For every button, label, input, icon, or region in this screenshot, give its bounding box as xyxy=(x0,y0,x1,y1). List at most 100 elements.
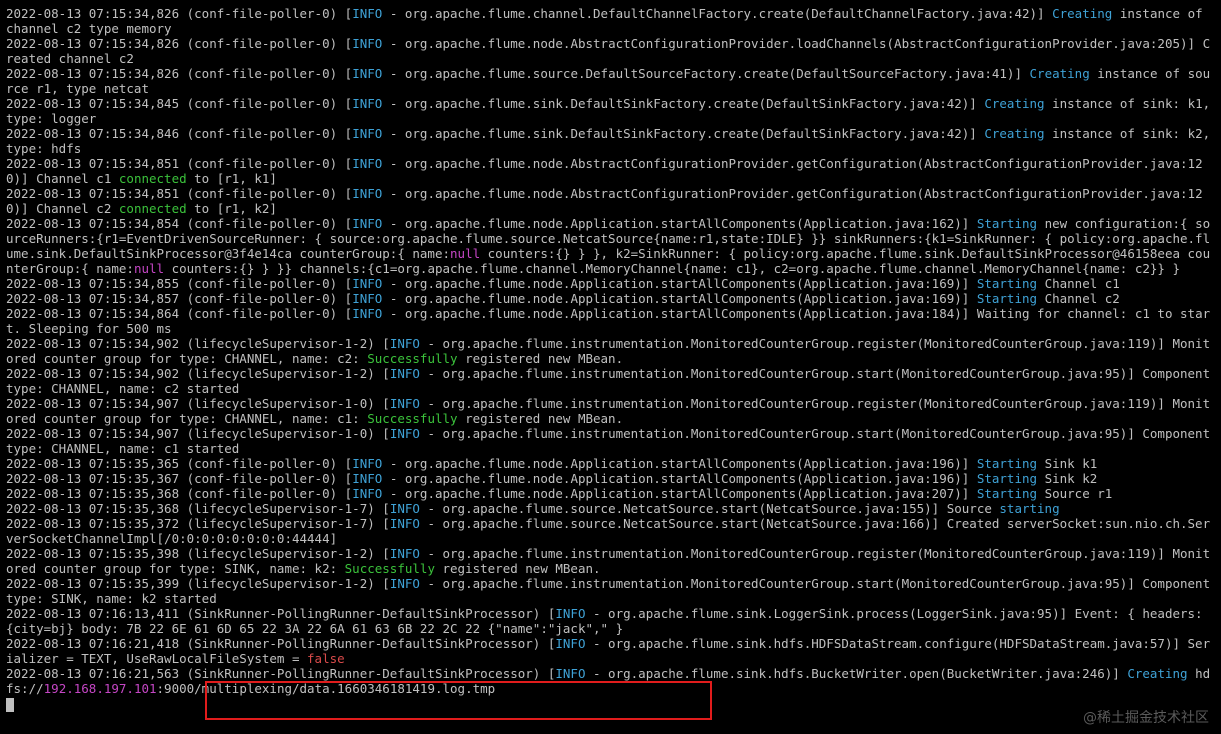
log-token-info: Creating xyxy=(1052,6,1113,21)
log-text: Channel c1 xyxy=(1037,276,1120,291)
log-text: 2022-08-13 07:15:34,826 (conf-file-polle… xyxy=(6,66,353,81)
log-line: 2022-08-13 07:15:34,864 (conf-file-polle… xyxy=(6,306,1216,336)
terminal-window[interactable]: 2022-08-13 07:15:34,826 (conf-file-polle… xyxy=(0,0,1221,734)
log-text: - org.apache.flume.node.Application.star… xyxy=(382,291,977,306)
log-text: - org.apache.flume.sink.hdfs.BucketWrite… xyxy=(585,666,1128,681)
log-text: 2022-08-13 07:15:35,372 (lifecycleSuperv… xyxy=(6,516,390,531)
log-line: 2022-08-13 07:15:34,857 (conf-file-polle… xyxy=(6,291,1216,306)
log-line: 2022-08-13 07:15:34,851 (conf-file-polle… xyxy=(6,156,1216,186)
log-text: Source r1 xyxy=(1037,486,1113,501)
log-token-info: INFO xyxy=(352,291,383,306)
log-line: 2022-08-13 07:15:34,907 (lifecycleSuperv… xyxy=(6,426,1216,456)
log-text: - org.apache.flume.node.Application.star… xyxy=(382,471,977,486)
log-token-info: INFO xyxy=(352,216,383,231)
log-text: - org.apache.flume.node.Application.star… xyxy=(382,486,977,501)
log-token-green: Successfully xyxy=(367,351,458,366)
log-token-green: Successfully xyxy=(367,411,458,426)
log-text: registered new MBean. xyxy=(434,561,601,576)
log-text: 2022-08-13 07:15:34,854 (conf-file-polle… xyxy=(6,216,353,231)
log-line: 2022-08-13 07:15:34,845 (conf-file-polle… xyxy=(6,96,1216,126)
log-token-info: Starting xyxy=(976,291,1038,306)
log-token-info: INFO xyxy=(352,486,383,501)
log-token-info: Starting xyxy=(976,486,1038,501)
log-token-info: INFO xyxy=(389,516,420,531)
log-text: 2022-08-13 07:15:35,367 (conf-file-polle… xyxy=(6,471,353,486)
log-text: 2022-08-13 07:15:34,846 (conf-file-polle… xyxy=(6,126,353,141)
log-output: 2022-08-13 07:15:34,826 (conf-file-polle… xyxy=(6,6,1216,696)
log-token-info: INFO xyxy=(389,576,420,591)
log-line: 2022-08-13 07:15:34,826 (conf-file-polle… xyxy=(6,66,1216,96)
log-token-info: Creating xyxy=(984,126,1045,141)
log-line: 2022-08-13 07:16:21,563 (SinkRunner-Poll… xyxy=(6,666,1216,696)
log-text: to [r1, k2] xyxy=(186,201,277,216)
log-line: 2022-08-13 07:15:34,846 (conf-file-polle… xyxy=(6,126,1216,156)
log-text: 2022-08-13 07:15:35,368 (conf-file-polle… xyxy=(6,486,353,501)
log-text: 2022-08-13 07:15:34,855 (conf-file-polle… xyxy=(6,276,353,291)
log-token-info: INFO xyxy=(352,456,383,471)
log-text: Sink k2 xyxy=(1037,471,1098,486)
log-text: 2022-08-13 07:15:34,907 (lifecycleSuperv… xyxy=(6,396,390,411)
log-text: 2022-08-13 07:15:35,368 (lifecycleSuperv… xyxy=(6,501,390,516)
log-token-info: INFO xyxy=(555,606,586,621)
log-line: 2022-08-13 07:15:34,902 (lifecycleSuperv… xyxy=(6,336,1216,366)
log-text: 2022-08-13 07:15:34,907 (lifecycleSuperv… xyxy=(6,426,390,441)
log-text: 2022-08-13 07:15:34,826 (conf-file-polle… xyxy=(6,36,353,51)
log-token-info: INFO xyxy=(389,546,420,561)
log-line: 2022-08-13 07:16:13,411 (SinkRunner-Poll… xyxy=(6,606,1216,636)
log-text: 2022-08-13 07:16:21,563 (SinkRunner-Poll… xyxy=(6,666,556,681)
log-text: - org.apache.flume.sink.DefaultSinkFacto… xyxy=(382,126,985,141)
log-text: 2022-08-13 07:15:34,851 (conf-file-polle… xyxy=(6,156,353,171)
log-token-green: Successfully xyxy=(344,561,435,576)
log-token-info: INFO xyxy=(352,156,383,171)
log-token-magenta: 192.168.197.101 xyxy=(43,681,157,696)
log-line: 2022-08-13 07:15:35,368 (lifecycleSuperv… xyxy=(6,501,1216,516)
log-text: - org.apache.flume.channel.DefaultChanne… xyxy=(382,6,1053,21)
log-token-info: INFO xyxy=(352,36,383,51)
log-text: Channel c2 xyxy=(1037,291,1120,306)
log-token-info: INFO xyxy=(389,396,420,411)
log-line: 2022-08-13 07:15:35,399 (lifecycleSuperv… xyxy=(6,576,1216,606)
log-text: 2022-08-13 07:15:35,365 (conf-file-polle… xyxy=(6,456,353,471)
log-text: 2022-08-13 07:15:34,845 (conf-file-polle… xyxy=(6,96,353,111)
log-line: 2022-08-13 07:15:35,367 (conf-file-polle… xyxy=(6,471,1216,486)
log-text: - org.apache.flume.source.DefaultSourceF… xyxy=(382,66,1030,81)
log-token-magenta: null xyxy=(450,246,481,261)
log-text: registered new MBean. xyxy=(457,351,624,366)
log-token-info: INFO xyxy=(352,6,383,21)
log-token-info: Starting xyxy=(976,471,1038,486)
log-text: - org.apache.flume.node.Application.star… xyxy=(382,216,977,231)
log-token-info: INFO xyxy=(352,306,383,321)
log-text: 2022-08-13 07:15:35,398 (lifecycleSuperv… xyxy=(6,546,390,561)
log-token-info: INFO xyxy=(555,666,586,681)
log-text: 2022-08-13 07:16:21,418 (SinkRunner-Poll… xyxy=(6,636,556,651)
log-line: 2022-08-13 07:15:35,365 (conf-file-polle… xyxy=(6,456,1216,471)
log-text: 2022-08-13 07:15:34,902 (lifecycleSuperv… xyxy=(6,336,390,351)
log-text: 2022-08-13 07:15:34,851 (conf-file-polle… xyxy=(6,186,353,201)
log-token-info: Creating xyxy=(1127,666,1188,681)
log-token-info: Creating xyxy=(984,96,1045,111)
log-text: :9000/multiplexing/data.1660346181419.lo… xyxy=(156,681,496,696)
log-line: 2022-08-13 07:15:35,368 (conf-file-polle… xyxy=(6,486,1216,501)
log-token-info: INFO xyxy=(555,636,586,651)
log-text: registered new MBean. xyxy=(457,411,624,426)
log-token-info: INFO xyxy=(352,66,383,81)
log-line: 2022-08-13 07:15:34,902 (lifecycleSuperv… xyxy=(6,366,1216,396)
log-token-info: INFO xyxy=(389,501,420,516)
log-token-info: Creating xyxy=(1029,66,1090,81)
log-text: 2022-08-13 07:15:35,399 (lifecycleSuperv… xyxy=(6,576,390,591)
log-token-info: INFO xyxy=(352,471,383,486)
log-token-info: Starting xyxy=(976,456,1038,471)
log-line: 2022-08-13 07:15:34,855 (conf-file-polle… xyxy=(6,276,1216,291)
log-text: - org.apache.flume.node.Application.star… xyxy=(382,456,977,471)
log-token-info: Starting xyxy=(976,216,1038,231)
log-line: 2022-08-13 07:15:34,907 (lifecycleSuperv… xyxy=(6,396,1216,426)
log-line: 2022-08-13 07:15:34,851 (conf-file-polle… xyxy=(6,186,1216,216)
log-line: 2022-08-13 07:15:35,372 (lifecycleSuperv… xyxy=(6,516,1216,546)
log-token-info: Starting xyxy=(976,276,1038,291)
log-token-info: INFO xyxy=(352,276,383,291)
log-line: 2022-08-13 07:15:35,398 (lifecycleSuperv… xyxy=(6,546,1216,576)
log-token-info: INFO xyxy=(352,126,383,141)
log-token-red: false xyxy=(307,651,345,666)
log-token-info: INFO xyxy=(352,96,383,111)
log-line: 2022-08-13 07:15:34,826 (conf-file-polle… xyxy=(6,36,1216,66)
